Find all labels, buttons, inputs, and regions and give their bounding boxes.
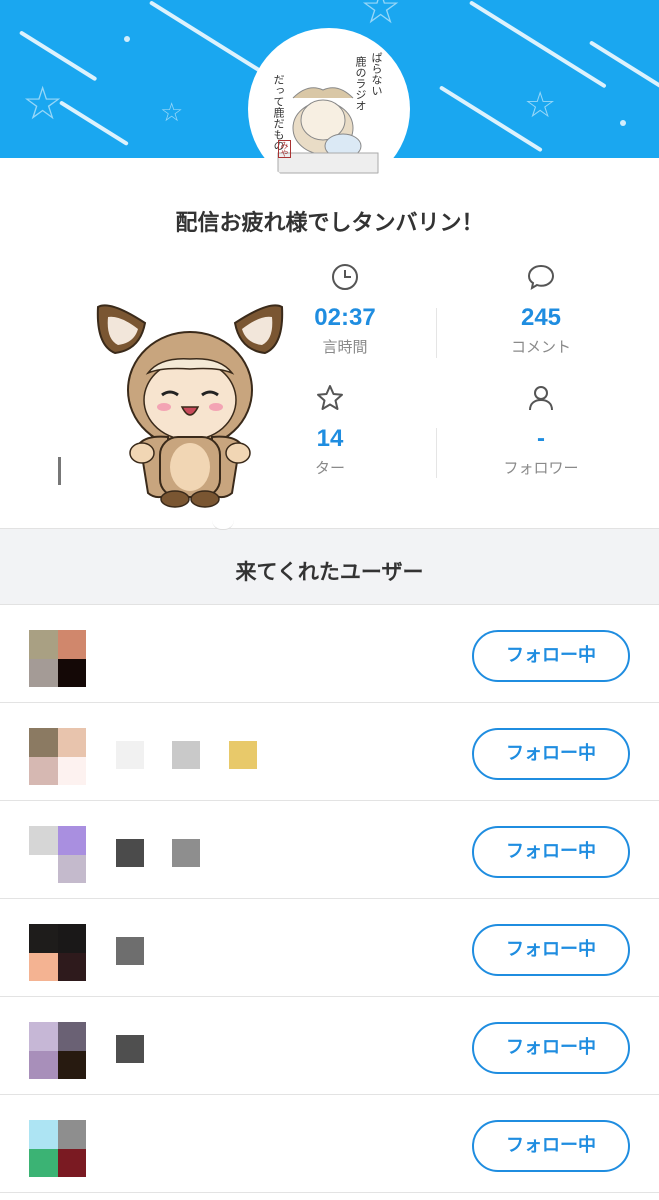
stat-stars-value: 14 xyxy=(316,425,344,452)
username-mosaic xyxy=(116,1035,144,1063)
user-avatar[interactable] xyxy=(29,1120,86,1177)
following-button[interactable]: フォロー中 xyxy=(472,630,630,682)
text-cursor xyxy=(58,457,61,485)
avatar-caption-2: 鹿のラジオ xyxy=(354,56,367,111)
user-row[interactable]: フォロー中 xyxy=(0,703,659,801)
stat-comments-label: コメント xyxy=(510,338,571,356)
avatar-pixel xyxy=(29,728,58,757)
avatar-pixel xyxy=(29,1022,58,1051)
decor-dot xyxy=(620,120,626,126)
comment-icon xyxy=(527,264,555,291)
stat-duration-value: 02:37 xyxy=(314,304,376,331)
avatar-pixel xyxy=(29,658,58,687)
avatar-pixel xyxy=(29,854,58,883)
stat-stars: 14 ター xyxy=(300,383,360,478)
decor-star-icon: ☆ xyxy=(360,0,402,34)
avatar-pixel xyxy=(57,1148,86,1177)
clock-icon xyxy=(332,264,358,290)
avatar-pixel xyxy=(57,924,86,953)
stat-followers: - フォロワー xyxy=(486,383,596,478)
avatar-pixel xyxy=(57,658,86,687)
username-mosaic xyxy=(116,937,144,965)
stat-followers-value: - xyxy=(537,425,545,452)
avatar-pixel xyxy=(57,1120,86,1149)
avatar-pixel xyxy=(57,1050,86,1079)
username-mosaic xyxy=(116,741,144,769)
stat-comments: 245 コメント xyxy=(486,262,596,357)
avatar-pixel xyxy=(57,952,86,981)
following-button[interactable]: フォロー中 xyxy=(472,826,630,878)
decor-streak xyxy=(58,100,129,147)
star-icon xyxy=(317,385,343,410)
user-row[interactable]: フォロー中 xyxy=(0,997,659,1095)
user-avatar[interactable] xyxy=(29,826,86,883)
following-button[interactable]: フォロー中 xyxy=(472,728,630,780)
decor-star-icon: ☆ xyxy=(524,85,557,126)
stat-duration: 02:37 言時間 xyxy=(300,262,390,357)
username-mosaic xyxy=(172,741,200,769)
stat-stars-label: ター xyxy=(314,459,345,477)
page-title: 配信お疲れ様でしタンバリン！ xyxy=(175,211,484,236)
deer-mascot-sticker xyxy=(96,304,284,508)
broadcaster-avatar[interactable]: ぱらない 鹿のラジオ だって鹿だもの みや xyxy=(248,28,410,190)
user-avatar[interactable] xyxy=(29,728,86,785)
avatar-pixel xyxy=(29,952,58,981)
avatar-pixel xyxy=(29,756,58,785)
user-row[interactable]: フォロー中 xyxy=(0,605,659,703)
user-avatar[interactable] xyxy=(29,1022,86,1079)
avatar-pixel xyxy=(29,630,58,659)
following-button[interactable]: フォロー中 xyxy=(472,1022,630,1074)
avatar-pixel xyxy=(29,826,58,855)
stat-followers-label: フォロワー xyxy=(503,459,579,477)
avatar-pixel xyxy=(29,924,58,953)
stat-divider xyxy=(436,428,437,478)
user-row[interactable]: フォロー中 xyxy=(0,899,659,997)
avatar-pixel xyxy=(57,756,86,785)
decor-streak xyxy=(18,30,98,82)
person-icon xyxy=(529,386,553,411)
username-mosaic xyxy=(172,839,200,867)
username-mosaic xyxy=(229,741,257,769)
decor-star-icon: ☆ xyxy=(160,98,184,128)
user-row[interactable]: フォロー中 xyxy=(0,1095,659,1193)
username-mosaic xyxy=(116,839,144,867)
avatar-pixel xyxy=(57,728,86,757)
following-button[interactable]: フォロー中 xyxy=(472,1120,630,1172)
decor-streak xyxy=(468,0,607,89)
stat-comments-value: 245 xyxy=(520,304,562,331)
stat-duration-label: 言時間 xyxy=(322,338,368,356)
avatar-pixel xyxy=(57,630,86,659)
visitors-section-header: 来てくれたユーザー xyxy=(0,528,659,605)
avatar-pixel xyxy=(29,1120,58,1149)
user-avatar[interactable] xyxy=(29,924,86,981)
decor-dot xyxy=(124,36,130,42)
user-avatar[interactable] xyxy=(29,630,86,687)
avatar-stamp: みや xyxy=(278,140,291,158)
avatar-caption-1: ぱらない xyxy=(370,52,383,96)
avatar-pixel xyxy=(29,1050,58,1079)
avatar-pixel xyxy=(57,1022,86,1051)
stat-divider xyxy=(436,308,437,358)
following-button[interactable]: フォロー中 xyxy=(472,924,630,976)
user-row[interactable]: フォロー中 xyxy=(0,801,659,899)
avatar-pixel xyxy=(57,854,86,883)
avatar-pixel xyxy=(57,826,86,855)
decor-star-icon: ☆ xyxy=(22,76,64,130)
avatar-pixel xyxy=(29,1148,58,1177)
visitors-section-title: 来てくれたユーザー xyxy=(235,560,424,584)
